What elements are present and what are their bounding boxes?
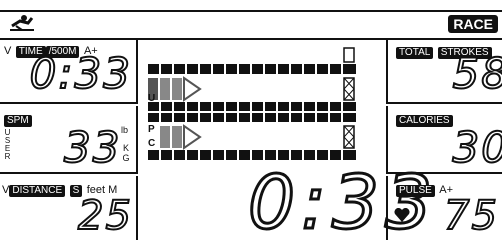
calories-label: CALORIES [396, 115, 453, 127]
pace-boat-marker [160, 124, 202, 150]
user-vertical-label: USER [3, 128, 12, 162]
heart-icon [394, 208, 410, 222]
distance-label: DISTANCE [9, 185, 66, 197]
pulse-label: PULSE [396, 185, 435, 197]
race-lane-graph: U P C [140, 38, 386, 164]
lane-p-label: P [148, 124, 155, 135]
lb-label: lb [121, 125, 129, 135]
weight-units: lb KG [121, 125, 131, 164]
spm-panel: SPM USER 33 lb KG [0, 106, 138, 174]
user-boat-marker [148, 76, 202, 102]
race-badge: RACE [448, 15, 498, 33]
lane-grid [148, 47, 356, 160]
v-label: V [4, 45, 12, 57]
rower-icon [10, 15, 34, 31]
distance-panel: V DISTANCE S feet M 25 [0, 176, 138, 240]
lane-c-label: C [148, 138, 156, 149]
distance-value: 25 [77, 192, 133, 240]
calories-panel: CALORIES 30 [386, 106, 502, 174]
total-label: TOTAL [396, 47, 434, 59]
user-text: USER [3, 128, 12, 160]
lane-u-label: U [148, 93, 156, 104]
rowing-console-display: RACE V TIME/500M A+ 0:33 SPM USER 33 lb … [0, 0, 502, 242]
spm-label: SPM [4, 115, 32, 127]
pulse-panel: PULSE A+ 75 [386, 176, 502, 240]
spm-value: 33 [63, 123, 122, 173]
kg-label: KG [121, 143, 131, 163]
time-panel: V TIME/500M A+ 0:33 [0, 38, 138, 104]
finish-line-markers [343, 47, 355, 149]
calories-value: 30 [452, 123, 502, 173]
pulse-value: 75 [443, 192, 499, 240]
header-bar: RACE [0, 10, 502, 40]
split-time-value: 0:33 [29, 48, 132, 99]
strokes-panel: TOTAL STROKES 58 [386, 38, 502, 104]
v-label-distance: V [2, 184, 10, 196]
strokes-value: 58 [452, 48, 502, 99]
